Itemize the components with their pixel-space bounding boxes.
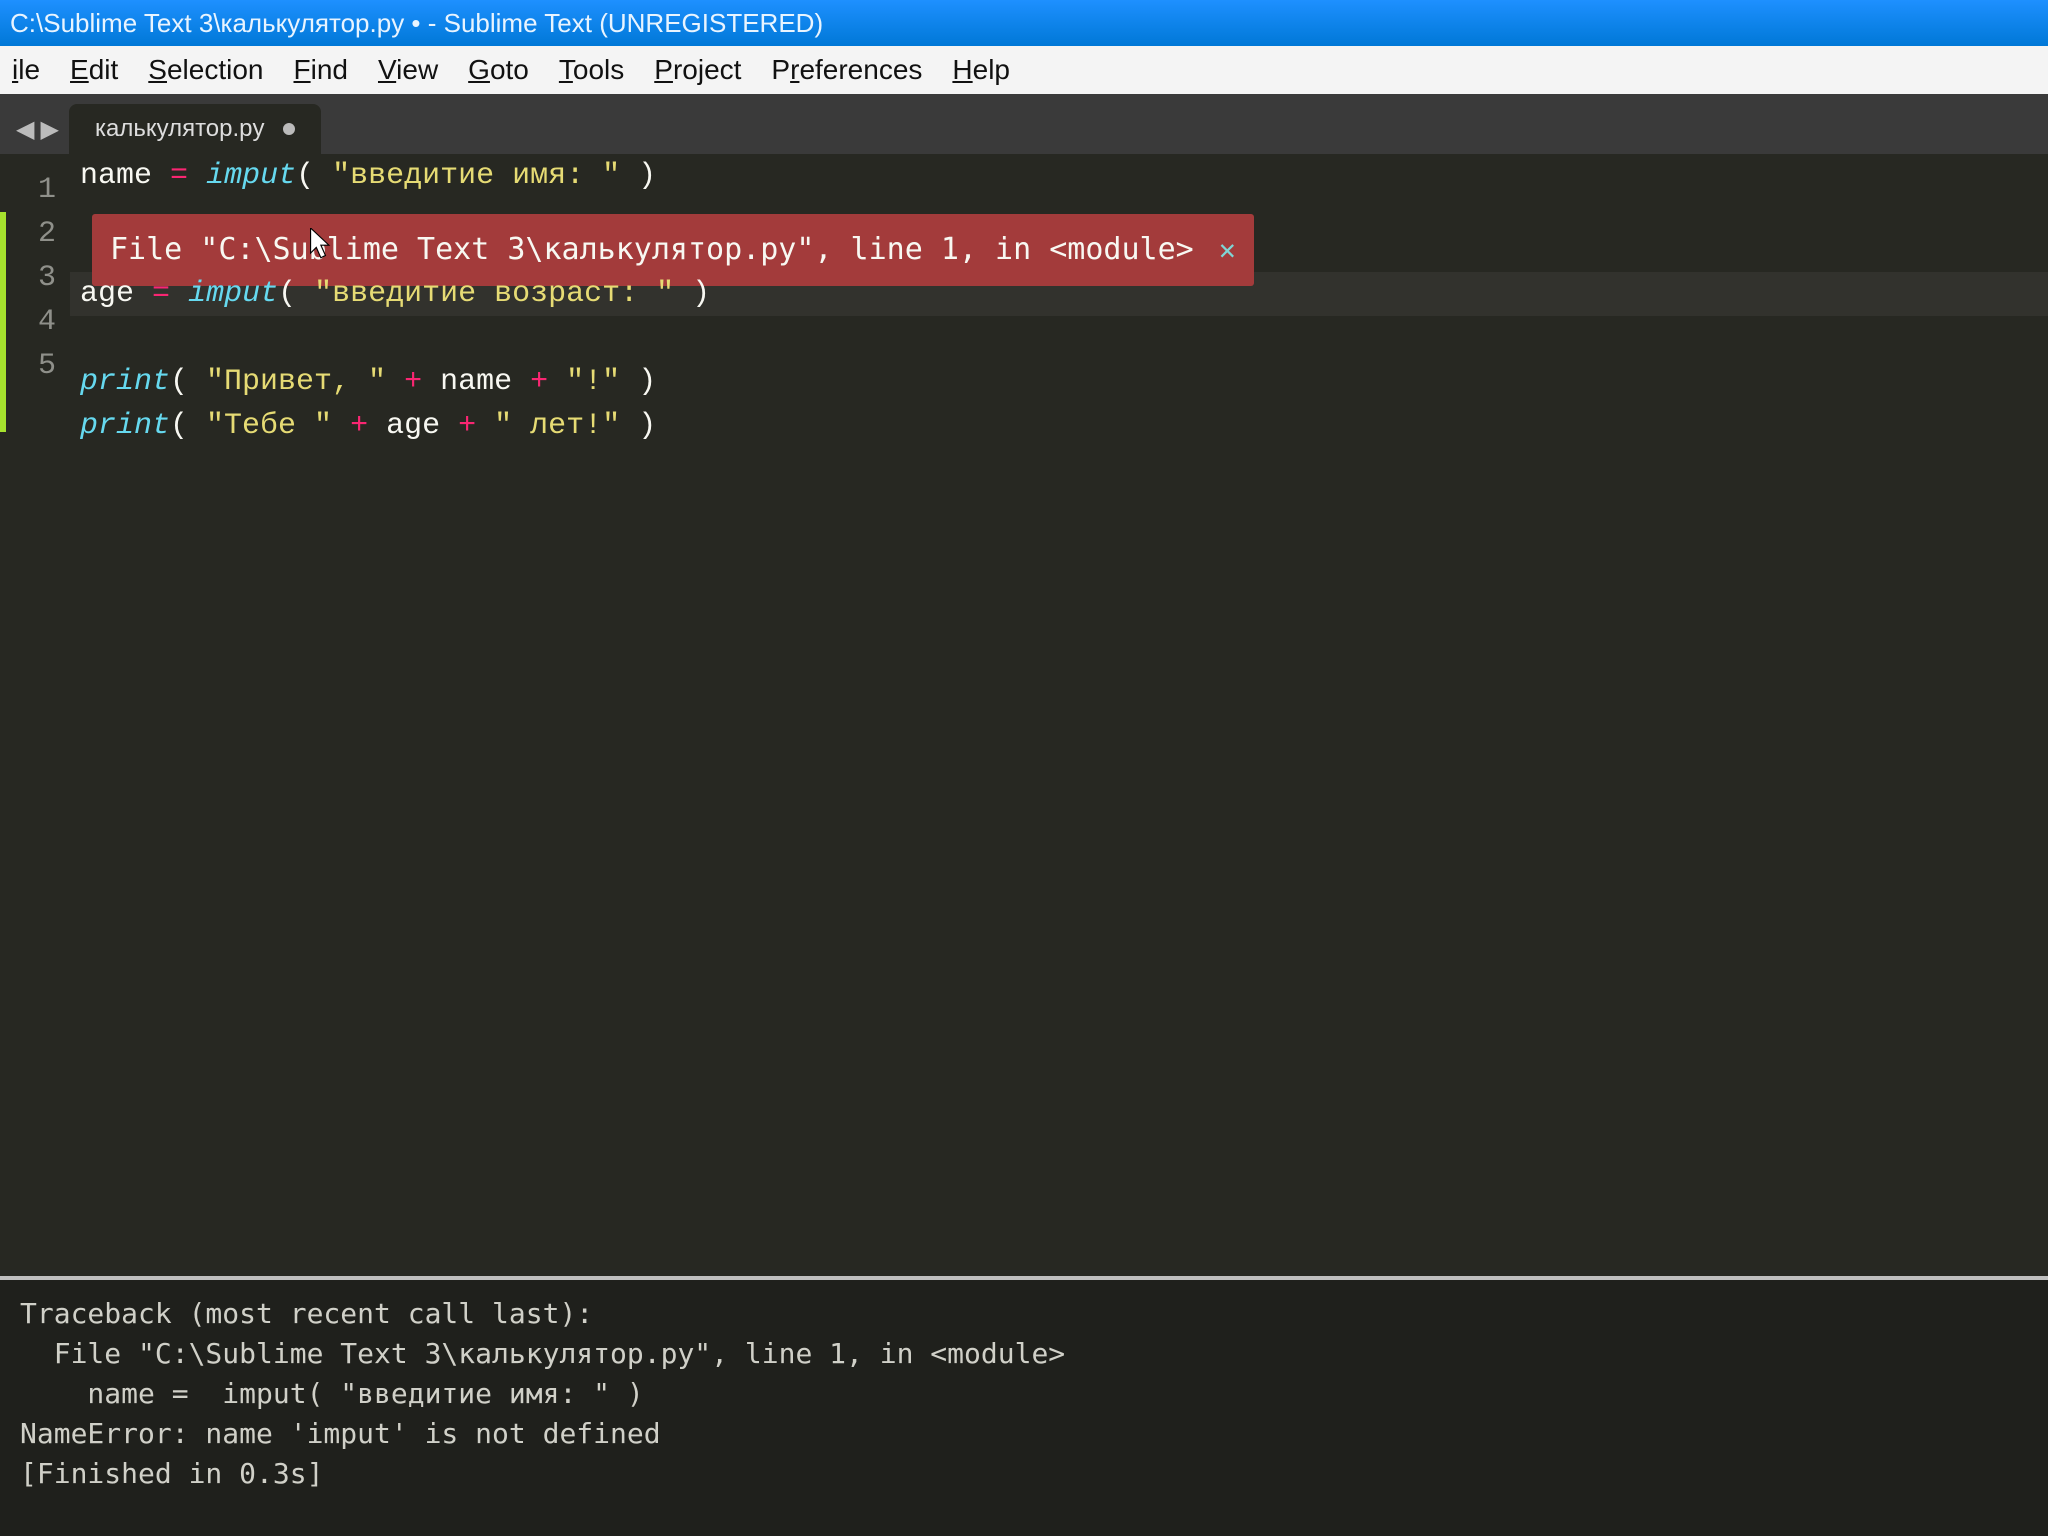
line-number: 2 <box>0 212 56 256</box>
build-output-panel[interactable]: Traceback (most recent call last): File … <box>0 1276 2048 1536</box>
nav-back-icon[interactable]: ◀ <box>16 115 34 144</box>
menu-item-ile[interactable]: ile <box>12 54 40 86</box>
line-number: 4 <box>0 300 56 344</box>
menu-item-goto[interactable]: Goto <box>468 54 529 86</box>
modified-indicator <box>0 212 6 432</box>
menu-item-tools[interactable]: Tools <box>559 54 624 86</box>
menu-bar: ile Edit Selection Find View Goto Tools Project… <box>0 46 2048 94</box>
code-line[interactable]: print( "Тебе " + age + " лет!" ) <box>80 404 656 448</box>
close-icon[interactable]: ✕ <box>1219 228 1236 272</box>
error-text: File "C:\Sublime Text 3\калькулятор.py",… <box>110 228 1194 272</box>
file-tab[interactable]: калькулятор.py <box>69 104 321 154</box>
title-bar: C:\Sublime Text 3\калькулятор.py • - Sub… <box>0 0 2048 46</box>
menu-item-project[interactable]: Project <box>654 54 741 86</box>
nav-forward-icon[interactable]: ▶ <box>40 115 58 144</box>
gutter: 12345 <box>0 154 70 388</box>
menu-item-edit[interactable]: Edit <box>70 54 118 86</box>
line-number: 5 <box>0 344 56 388</box>
code-line[interactable]: age = imput( "введитие возраст: " ) <box>80 272 710 316</box>
dirty-indicator-icon <box>283 123 295 135</box>
code-editor[interactable]: 12345 File "C:\Sublime Text 3\калькулято… <box>0 154 2048 1276</box>
window-title: C:\Sublime Text 3\калькулятор.py • - Sub… <box>10 8 823 39</box>
code-area[interactable]: File "C:\Sublime Text 3\калькулятор.py",… <box>70 154 2048 1276</box>
menu-item-view[interactable]: View <box>378 54 438 86</box>
code-line[interactable]: name = imput( "введитие имя: " ) <box>80 154 656 198</box>
line-number: 3 <box>0 256 56 300</box>
menu-item-find[interactable]: Find <box>294 54 348 86</box>
menu-item-preferences[interactable]: Preferences <box>771 54 922 86</box>
menu-item-selection[interactable]: Selection <box>148 54 263 86</box>
tab-nav-arrows: ◀ ▶ <box>6 115 69 154</box>
code-line[interactable]: print( "Привет, " + name + "!" ) <box>80 360 656 404</box>
menu-item-help[interactable]: Help <box>952 54 1010 86</box>
tab-bar: ◀ ▶ калькулятор.py <box>0 94 2048 154</box>
line-number: 1 <box>0 168 56 212</box>
tab-label: калькулятор.py <box>95 115 265 143</box>
